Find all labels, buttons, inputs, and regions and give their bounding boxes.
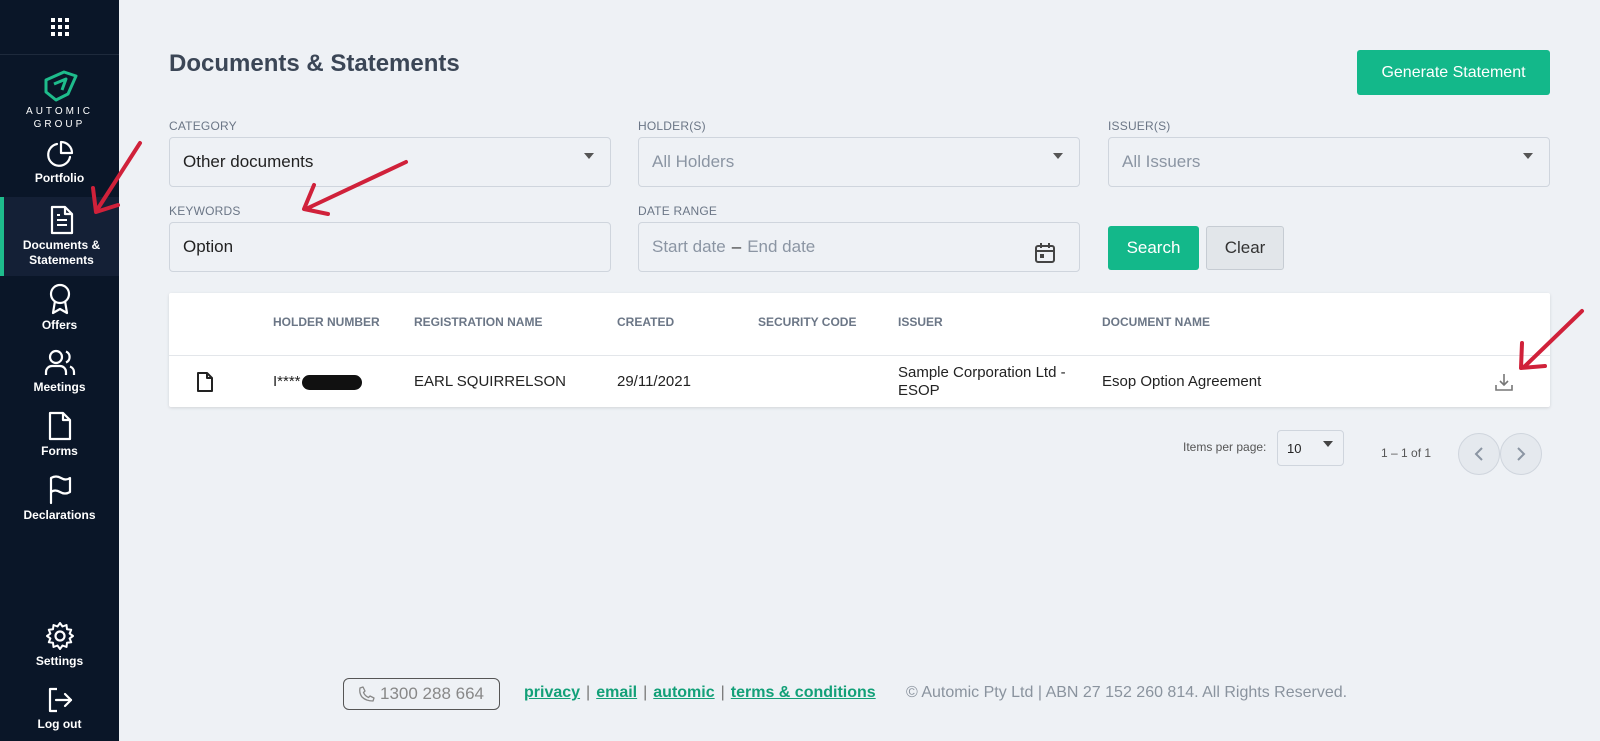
keywords-label: KEYWORDS <box>169 204 241 218</box>
chevron-left-icon <box>1474 447 1483 461</box>
phone-button[interactable]: 1300 288 664 <box>343 678 500 710</box>
phone-icon <box>359 686 375 702</box>
sidebar-item-label: Log out <box>37 717 82 731</box>
sidebar-item-label: Declarations <box>23 508 96 522</box>
flag-icon <box>49 475 71 505</box>
sidebar-item-offers[interactable]: Offers <box>0 283 119 333</box>
column-header-registration-name[interactable]: REGISTRATION NAME <box>414 315 542 329</box>
arrow-annotation-sidebar <box>91 141 142 214</box>
footer-separator: | <box>720 684 725 701</box>
cell-registration-name: EARL SQUIRRELSON <box>414 373 566 390</box>
page-title: Documents & Statements <box>169 50 460 77</box>
file-icon <box>48 411 71 441</box>
items-per-page-select[interactable]: 10 <box>1277 430 1344 466</box>
issuer-line1: Sample Corporation Ltd - <box>898 364 1066 381</box>
logo-line2: GROUP <box>33 119 86 130</box>
column-header-holder-number[interactable]: HOLDER NUMBER <box>273 315 380 329</box>
issuers-select[interactable]: All Issuers <box>1108 137 1550 187</box>
end-date-placeholder: End date <box>747 237 816 256</box>
previous-page-button[interactable] <box>1458 433 1500 475</box>
redaction-mark <box>301 374 362 390</box>
column-header-document-name[interactable]: DOCUMENT NAME <box>1102 315 1210 329</box>
date-range-label: DATE RANGE <box>638 204 718 218</box>
keywords-value: Option <box>183 237 234 256</box>
date-separator: – <box>731 237 742 256</box>
next-page-button[interactable] <box>1500 433 1542 475</box>
search-button[interactable]: Search <box>1108 226 1199 270</box>
sidebar-item-label: Settings <box>35 654 84 668</box>
issuers-label: ISSUER(S) <box>1108 119 1171 133</box>
holders-placeholder: All Holders <box>652 152 735 171</box>
chevron-down-icon <box>584 153 594 159</box>
cell-holder-number: I**** <box>273 373 362 390</box>
document-icon <box>50 205 73 235</box>
sidebar-item-settings[interactable]: Settings <box>0 621 119 669</box>
logo-line1: AUTOMIC <box>26 106 93 117</box>
keywords-input[interactable]: Option <box>169 222 611 272</box>
arrow-annotation-download <box>1519 309 1584 370</box>
sidebar-item-label: Documents & Statements <box>22 238 101 267</box>
sidebar-item-label: Forms <box>41 444 78 458</box>
email-link[interactable]: email <box>596 684 637 701</box>
document-icon <box>197 372 213 392</box>
chevron-down-icon <box>1053 153 1063 159</box>
date-range-input[interactable]: Start date – End date <box>638 222 1080 272</box>
automic-logo[interactable]: AUTOMIC GROUP <box>0 70 119 130</box>
sidebar-item-meetings[interactable]: Meetings <box>0 349 119 395</box>
gear-icon <box>45 622 74 650</box>
page-range: 1 – 1 of 1 <box>1381 446 1432 460</box>
phone-number: 1300 288 664 <box>380 684 484 703</box>
category-label: CATEGORY <box>169 119 237 133</box>
download-icon[interactable] <box>1494 372 1514 392</box>
issuers-placeholder: All Issuers <box>1122 152 1201 171</box>
column-header-issuer[interactable]: ISSUER <box>898 315 943 329</box>
table-divider <box>169 355 1550 356</box>
sidebar-item-label: Offers <box>41 318 78 332</box>
generate-statement-button[interactable]: Generate Statement <box>1357 50 1550 95</box>
items-per-page-label: Items per page: <box>1183 440 1267 454</box>
logout-icon <box>48 687 72 713</box>
issuer-line2: ESOP <box>898 382 940 399</box>
users-icon <box>44 349 75 375</box>
footer-separator: | <box>643 684 648 701</box>
award-icon <box>49 283 70 315</box>
apps-grid-button[interactable] <box>0 0 119 55</box>
start-date-placeholder: Start date <box>652 237 726 256</box>
automic-link[interactable]: automic <box>653 684 714 701</box>
column-header-created[interactable]: CREATED <box>617 315 674 329</box>
cell-created: 29/11/2021 <box>617 373 691 390</box>
privacy-link[interactable]: privacy <box>524 684 580 701</box>
cell-document-name: Esop Option Agreement <box>1102 373 1262 390</box>
items-per-page-value: 10 <box>1287 441 1302 456</box>
footer-separator: | <box>586 684 591 701</box>
category-value: Other documents <box>183 152 314 171</box>
holders-label: HOLDER(S) <box>638 119 706 133</box>
holders-select[interactable]: All Holders <box>638 137 1080 187</box>
terms-link[interactable]: terms & conditions <box>731 684 876 701</box>
chevron-right-icon <box>1517 447 1526 461</box>
sidebar-item-logout[interactable]: Log out <box>0 686 119 732</box>
calendar-icon[interactable] <box>1034 242 1056 264</box>
pie-chart-icon <box>46 140 73 167</box>
apps-grid-icon <box>50 18 69 36</box>
holder-number-text: I**** <box>273 373 301 390</box>
arrow-annotation-keywords <box>302 160 408 216</box>
chevron-down-icon <box>1323 441 1333 447</box>
cell-issuer: Sample Corporation Ltd - ESOP <box>898 364 1066 400</box>
footer-links: privacy | email | automic | terms & conditions <box>524 684 876 702</box>
sidebar-item-label: Portfolio <box>34 171 85 185</box>
clear-button[interactable]: Clear <box>1206 226 1284 270</box>
documents-table: HOLDER NUMBER REGISTRATION NAME CREATED … <box>169 293 1550 407</box>
column-header-security-code[interactable]: SECURITY CODE <box>758 315 856 329</box>
chevron-down-icon <box>1523 153 1533 159</box>
sidebar-item-label: Meetings <box>33 380 86 394</box>
sidebar-item-declarations[interactable]: Declarations <box>0 475 119 523</box>
automic-logo-icon <box>44 70 77 102</box>
sidebar-item-forms[interactable]: Forms <box>0 411 119 459</box>
sidebar: AUTOMIC GROUP Portfolio Documents & Stat… <box>0 0 119 741</box>
copyright: © Automic Pty Ltd | ABN 27 152 260 814. … <box>906 684 1348 701</box>
